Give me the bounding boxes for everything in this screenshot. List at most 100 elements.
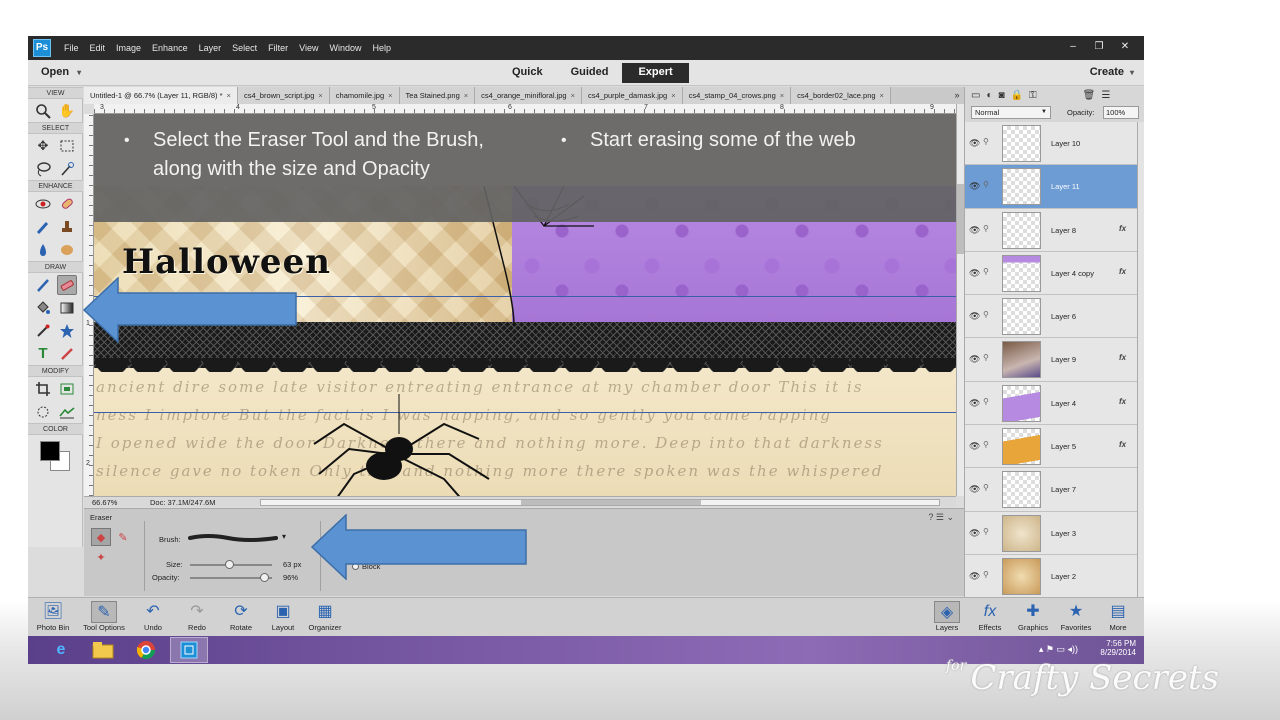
magic-eraser-icon[interactable]: ✦	[91, 549, 111, 567]
organizer-button[interactable]: ▦ Organizer	[301, 601, 349, 632]
favorites-button[interactable]: ★ Favorites	[1052, 601, 1100, 632]
open-button[interactable]: Open ▾	[41, 66, 81, 78]
new-layer-icon[interactable]: ▭	[971, 90, 980, 101]
smart-brush-tool-icon[interactable]	[33, 217, 53, 237]
eye-icon[interactable]: 👁	[969, 225, 980, 236]
marquee-tool-icon[interactable]	[57, 136, 77, 156]
custom-shape-tool-icon[interactable]	[57, 321, 77, 341]
photoshop-elements-icon[interactable]: Ps	[33, 39, 51, 57]
layer-row[interactable]: 👁 ⚲ Layer 3	[965, 511, 1137, 555]
adjustment-layer-icon[interactable]: ◐	[986, 90, 992, 101]
gradient-tool-icon[interactable]	[57, 298, 77, 318]
layers-scrollbar[interactable]	[1137, 122, 1144, 597]
fx-icon[interactable]: fx	[1119, 440, 1126, 449]
menu-layer[interactable]: Layer	[199, 43, 222, 53]
menu-image[interactable]: Image	[116, 43, 141, 53]
type-tool-icon[interactable]: T	[33, 344, 53, 364]
layer-mask-icon[interactable]: ◙	[999, 90, 1005, 101]
foreground-color-swatch[interactable]	[40, 441, 60, 461]
close-button[interactable]: ✕	[1114, 39, 1136, 55]
file-explorer-icon[interactable]	[84, 637, 122, 663]
brush-tool-icon[interactable]	[33, 275, 53, 295]
close-icon[interactable]: ×	[671, 91, 675, 100]
layout-button[interactable]: ▣ Layout	[259, 601, 307, 632]
link-icon[interactable]: ⚲	[983, 137, 989, 146]
crop-tool-icon[interactable]	[33, 379, 53, 399]
scroll-thumb[interactable]	[957, 184, 964, 254]
eraser-icon[interactable]: ◆	[91, 528, 111, 546]
eye-icon[interactable]: 👁	[969, 441, 980, 452]
menu-help[interactable]: Help	[372, 43, 391, 53]
doc-tab-border-lace[interactable]: cs4_border02_lace.png ×	[791, 87, 891, 104]
mode-guided[interactable]: Guided	[557, 63, 623, 83]
chrome-icon[interactable]	[127, 637, 165, 663]
graphics-button[interactable]: ✚ Graphics	[1009, 601, 1057, 632]
eraser-tool-icon[interactable]	[57, 274, 77, 295]
link-icon[interactable]: ⚲	[983, 353, 989, 362]
doc-tab-brown-script[interactable]: cs4_brown_script.jpg ×	[237, 87, 330, 104]
size-slider[interactable]	[190, 560, 272, 569]
more-button[interactable]: ▤ More	[1094, 601, 1142, 632]
tool-options-button[interactable]: ✎ Tool Options	[80, 601, 128, 632]
canvas-horizontal-scrollbar[interactable]	[260, 499, 940, 506]
layer-row[interactable]: 👁 ⚲ Layer 7	[965, 468, 1137, 512]
slider-knob[interactable]	[225, 560, 235, 569]
quick-selection-tool-icon[interactable]	[57, 159, 77, 179]
layer-row[interactable]: 👁 ⚲ Layer 9 fx	[965, 338, 1137, 382]
fx-icon[interactable]: fx	[1119, 353, 1126, 362]
background-eraser-icon[interactable]: ✎	[113, 529, 133, 547]
eye-icon[interactable]: 👁	[969, 181, 980, 192]
sponge-tool-icon[interactable]	[57, 240, 77, 260]
eye-icon[interactable]: 👁	[969, 571, 980, 582]
restore-button[interactable]: ❐	[1088, 39, 1110, 55]
doc-tab-tea-stained[interactable]: Tea Stained.png ×	[399, 87, 476, 104]
link-icon[interactable]: ⚲	[983, 570, 989, 579]
doc-tab-purple-damask[interactable]: cs4_purple_damask.jpg ×	[582, 87, 683, 104]
hand-tool-icon[interactable]: ✋	[57, 101, 77, 121]
close-icon[interactable]: ×	[388, 91, 392, 100]
clock[interactable]: 7:56 PM 8/29/2014	[1100, 639, 1136, 657]
photoshop-elements-icon[interactable]	[170, 637, 208, 663]
link-icon[interactable]: ⚲	[983, 180, 989, 189]
layer-row[interactable]: 👁 ⚲ Layer 11	[965, 165, 1137, 209]
doc-tab-untitled[interactable]: Untitled-1 @ 66.7% (Layer 11, RGB/8) * ×	[84, 87, 238, 104]
close-icon[interactable]: ×	[880, 91, 884, 100]
doc-tab-chamomile[interactable]: chamomile.jpg ×	[329, 87, 400, 104]
mode-quick[interactable]: Quick	[498, 63, 557, 83]
link-icon[interactable]: ⚲	[983, 483, 989, 492]
undo-button[interactable]: ↶ Undo	[129, 601, 177, 632]
menu-filter[interactable]: Filter	[268, 43, 288, 53]
layer-row[interactable]: 👁 ⚲ Layer 10	[965, 122, 1137, 166]
eye-icon[interactable]: 👁	[969, 311, 980, 322]
link-icon[interactable]: ⚲	[983, 440, 989, 449]
straighten-tool-icon[interactable]	[57, 402, 77, 422]
layer-row[interactable]: 👁 ⚲ Layer 4 fx	[965, 381, 1137, 426]
fx-icon[interactable]: fx	[1119, 397, 1126, 406]
content-aware-move-icon[interactable]	[33, 402, 53, 422]
menu-enhance[interactable]: Enhance	[152, 43, 188, 53]
link-icon[interactable]: ⚲	[983, 527, 989, 536]
lasso-tool-icon[interactable]	[33, 159, 53, 179]
brush-preview[interactable]	[188, 533, 278, 543]
paint-bucket-tool-icon[interactable]	[33, 298, 53, 318]
layer-row[interactable]: 👁 ⚲ Layer 4 copy fx	[965, 251, 1137, 296]
clone-stamp-tool-icon[interactable]	[57, 217, 77, 237]
layer-row[interactable]: 👁 ⚲ Layer 8 fx	[965, 208, 1137, 252]
rotate-button[interactable]: ⟳ Rotate	[217, 601, 265, 632]
zoom-level[interactable]: 66.67%	[92, 498, 117, 507]
opacity-slider[interactable]	[190, 573, 272, 582]
close-icon[interactable]: ×	[571, 91, 575, 100]
menu-select[interactable]: Select	[232, 43, 257, 53]
close-icon[interactable]: ×	[464, 91, 468, 100]
doc-tab-stamp-crows[interactable]: cs4_stamp_04_crows.png ×	[682, 87, 792, 104]
layer-row[interactable]: 👁 ⚲ Layer 6	[965, 295, 1137, 339]
effects-button[interactable]: fx Effects	[966, 601, 1014, 632]
mode-expert[interactable]: Expert	[622, 63, 689, 83]
doc-tab-orange-minifloral[interactable]: cs4_orange_minifloral.jpg ×	[475, 87, 582, 104]
system-tray-icons[interactable]: ▴ ⚑ ▭ ◂))	[1039, 644, 1078, 655]
link-icon[interactable]: ⚲	[983, 267, 989, 276]
close-icon[interactable]: ×	[780, 91, 784, 100]
blend-mode-select[interactable]: Normal ▼	[971, 106, 1051, 119]
menu-edit[interactable]: Edit	[90, 43, 106, 53]
close-icon[interactable]: ×	[318, 91, 322, 100]
